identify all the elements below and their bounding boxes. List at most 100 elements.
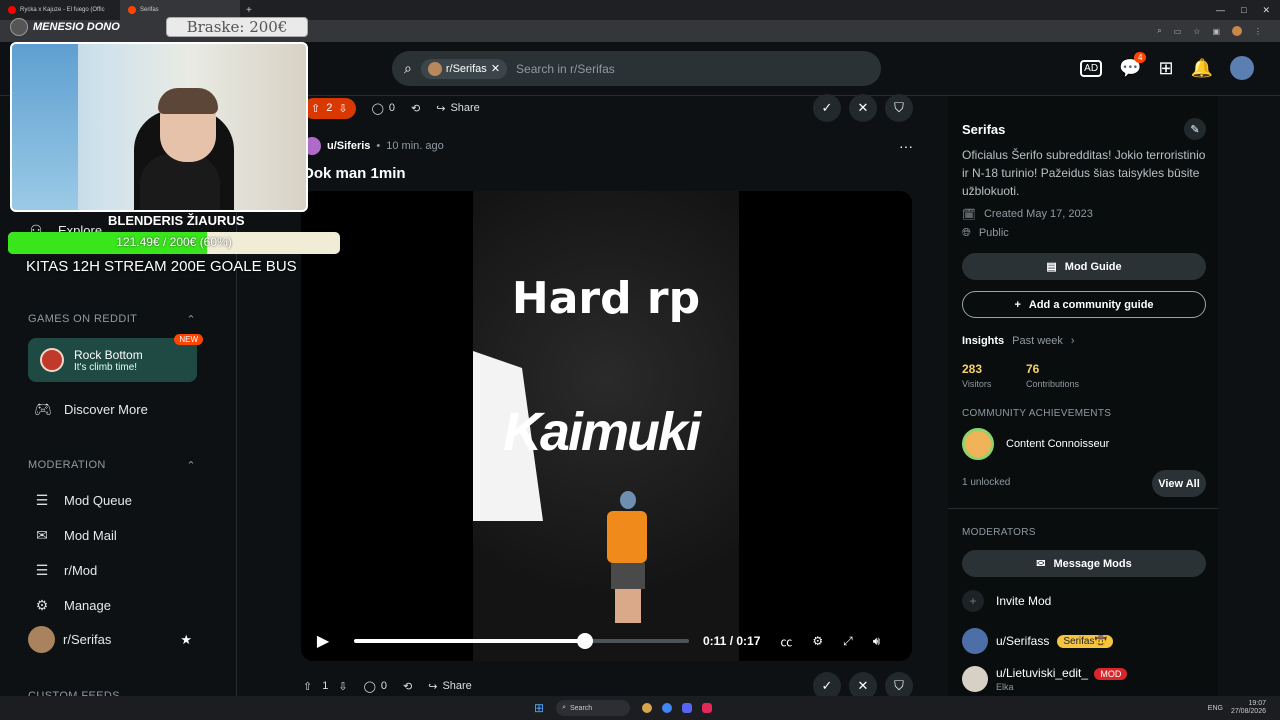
search-icon: ⌕ [562,704,566,711]
close-window-button[interactable]: ✕ [1262,5,1270,16]
favorite-star-icon[interactable]: ★ [180,632,192,648]
achievement-badge-icon [962,428,994,460]
approve-button[interactable]: ✓ [813,94,841,122]
comment-count: 0 [380,680,387,692]
window-controls: — □ ✕ [1216,5,1280,16]
comments-button[interactable]: ◯ 0 [364,680,387,693]
chevron-up-icon: ⌃ [186,460,196,472]
sidebar-item-mod-queue[interactable]: ☰ Mod Queue [34,492,132,509]
clock[interactable]: 19:07 27/08/2026 [1231,700,1266,716]
minimize-button[interactable]: — [1216,5,1225,16]
created-text: Created May 17, 2023 [983,208,1093,220]
remove-button[interactable]: ✕ [849,94,877,122]
moderator-row[interactable]: u/Serifass Serifas🤠 [962,628,1113,654]
comments-button[interactable]: ◯ 0 [372,102,395,115]
subreddit-filter-chip[interactable]: r/Serifas ✕ [420,58,508,79]
sidebar-item-discover-more[interactable]: 🎮︎ Discover More [34,401,148,418]
app-icon[interactable] [642,703,653,713]
new-tab-button[interactable]: + [240,5,252,16]
menu-dots-icon[interactable]: ⋮ [1254,27,1262,36]
profile-icon[interactable] [1232,26,1242,36]
post-meta: u/Siferis • 10 min. ago ··· [303,137,913,155]
crosspost-button[interactable]: ⟲ [411,102,420,115]
video-progress-bar[interactable] [354,633,689,649]
share-icon: ↪ [436,102,446,115]
crosspost-icon: ⟲ [411,102,421,115]
moderation-section-header[interactable]: MODERATION ⌃ [28,459,196,472]
add-community-guide-button[interactable]: + Add a community guide [962,291,1206,318]
volume-icon[interactable]: 🔊︎ [873,634,881,649]
achievement-label: Content Connoisseur [1006,438,1110,450]
upvote-icon[interactable]: ⇧ [303,680,312,693]
gear-icon[interactable]: ⚙ [812,634,823,648]
bookmark-star-icon[interactable]: ☆ [1193,27,1200,36]
captions-icon[interactable]: ㏄ [780,633,792,650]
moderator-row[interactable]: u/Lietuviski_edit_ MOD Elka [962,666,1128,692]
video-time: 0:11 / 0:17 [703,634,761,648]
section-title: GAMES ON REDDIT [28,313,138,325]
downvote-icon[interactable]: ⇩ [338,102,347,115]
share-button[interactable]: ↪ Share [436,102,480,115]
crosspost-button[interactable]: ⟲ [403,680,412,693]
share-button[interactable]: ↪ Share [428,680,472,693]
shield-icon[interactable]: ⛉ [885,94,913,122]
vote-pill: ⇧ 1 ⇩ [303,680,348,693]
section-title: MODERATION [28,459,106,471]
play-icon[interactable]: ▶ [301,631,345,651]
sidebar-item-r-mod[interactable]: ☰ r/Mod [34,562,98,579]
maximize-button[interactable]: □ [1241,5,1246,16]
create-icon[interactable]: ⊞ [1158,58,1173,79]
mod-flair: Serifas🤠 [1057,634,1113,648]
extension-icon[interactable]: ▣ [1212,27,1220,36]
cast-icon[interactable]: ▭ [1174,27,1182,36]
mod-flair: MOD [1094,668,1128,680]
mail-icon: ✉ [1036,558,1046,570]
post-title[interactable]: Dok man 1min [303,165,406,182]
post-author[interactable]: u/Siferis [327,140,370,152]
chrome-icon[interactable] [662,703,673,713]
game-card-rock-bottom[interactable]: Rock Bottom It's climb time! NEW [28,334,203,382]
zoom-icon[interactable]: ⌕ [1157,26,1161,36]
header-actions: AD 💬 4 ⊞ 🔔 [1080,51,1254,80]
search-bar[interactable]: ⌕ r/Serifas ✕ Search in r/Serifas [392,51,881,86]
sidebar-item-r-serifas[interactable]: r/Serifas ★ [28,626,192,653]
taskbar-search[interactable]: ⌕ Search [556,700,631,716]
mod-guide-button[interactable]: ▤ Mod Guide [962,253,1206,280]
video-scrubber[interactable] [577,633,594,649]
language-indicator[interactable]: ENG [1208,705,1223,712]
tiktok-icon[interactable] [702,703,713,713]
downvote-icon[interactable]: ⇩ [338,680,347,693]
sidebar-item-label: Mod Mail [64,528,117,543]
ad-icon[interactable]: AD [1080,59,1103,77]
tab-label: Rycka x Kajuze - El fuego (Offic [20,7,105,13]
close-icon[interactable]: ✕ [491,62,500,75]
game-title: Rock Bottom [74,347,143,362]
community-description: Oficialus Šerifo subredditas! Jokio terr… [962,148,1206,198]
windows-start-icon[interactable]: ⊞ [534,701,544,715]
gamepad-icon: 🎮︎ [34,401,52,417]
edit-icon[interactable]: ✎ [1184,118,1206,140]
view-all-button[interactable]: View All [1152,470,1206,497]
mod-avatar [962,628,988,654]
avatar[interactable] [1230,56,1254,80]
sidebar-item-manage[interactable]: ⚙ Manage [34,597,111,614]
more-options-icon[interactable]: ··· [899,138,913,154]
bell-icon[interactable]: 🔔 [1191,58,1213,79]
search-input[interactable]: Search in r/Serifas [516,62,615,76]
community-name: Serifas [962,122,1006,137]
invite-mod-button[interactable]: + Invite Mod [962,590,1051,612]
achievement-item[interactable]: Content Connoisseur [962,428,1109,460]
upvote-icon[interactable]: ⇧ [311,102,320,115]
sidebar-item-mod-mail[interactable]: ✉ Mod Mail [34,527,117,544]
fullscreen-icon[interactable]: ⤢ [843,634,853,649]
insights-row[interactable]: Insights Past week › [962,335,1075,347]
video-frame: Hard rp Kaimuki [473,191,739,661]
games-section-header[interactable]: GAMES ON REDDIT ⌃ [28,313,196,326]
message-mods-button[interactable]: ✉ Message Mods [962,550,1206,577]
discord-icon[interactable] [682,703,693,713]
queue-icon: ☰ [35,492,49,508]
chat-icon[interactable]: 💬 4 [1119,51,1147,79]
subreddit-avatar [28,626,55,653]
video-player[interactable]: Hard rp Kaimuki ▶ 0:11 / 0:17 ㏄ ⚙ ⤢ 🔊︎ [301,191,912,661]
insights-label: Insights [962,335,1005,347]
